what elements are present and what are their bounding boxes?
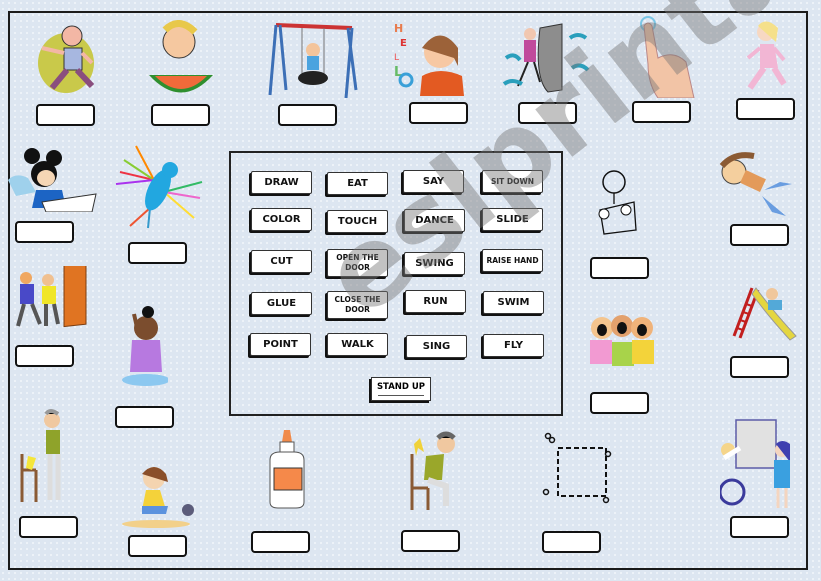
answer-box-fly[interactable]	[128, 242, 187, 264]
answer-box-stand-up[interactable]	[19, 516, 78, 538]
word-card-eat[interactable]: EAT	[327, 172, 388, 195]
color-picture	[596, 168, 638, 238]
answer-box-point[interactable]	[730, 516, 789, 538]
word-card-close-the-door[interactable]: CLOSE THE DOOR	[327, 291, 388, 319]
svg-text:L: L	[394, 53, 399, 63]
svg-text:E: E	[400, 38, 407, 49]
answer-box-touch[interactable]	[632, 101, 691, 123]
word-card-stand-up[interactable]: STAND UP	[371, 377, 431, 401]
answer-box-run[interactable]	[36, 104, 95, 126]
close-the-door-picture	[12, 259, 92, 334]
answer-box-swim[interactable]	[730, 224, 789, 246]
word-card-stand-up-label: STAND UP	[376, 382, 426, 392]
eat-picture	[145, 20, 217, 100]
word-card-walk[interactable]: WALK	[327, 333, 388, 356]
touch-picture	[634, 14, 698, 99]
word-card-swim[interactable]: SWIM	[483, 291, 544, 314]
swim-picture	[714, 150, 794, 220]
word-card-dance[interactable]: DANCE	[404, 209, 465, 232]
word-card-say[interactable]: SAY	[403, 170, 464, 193]
word-card-open-the-door[interactable]: OPEN THE DOOR	[327, 249, 388, 277]
answer-box-color[interactable]	[590, 257, 649, 279]
answer-box-open-the-door[interactable]	[518, 102, 577, 124]
say-picture: HELL	[392, 18, 466, 96]
answer-box-dance[interactable]	[128, 535, 187, 557]
open-the-door-picture	[500, 18, 590, 96]
stand-up-picture	[18, 406, 76, 506]
stand-up-underline	[378, 395, 424, 396]
word-card-draw[interactable]: DRAW	[251, 171, 312, 194]
word-card-cut[interactable]: CUT	[251, 250, 312, 273]
word-card-sit-down[interactable]: SIT DOWN	[482, 170, 543, 193]
answer-box-cut[interactable]	[542, 531, 601, 553]
walk-picture	[740, 18, 794, 94]
svg-text:H: H	[394, 22, 403, 35]
run-picture	[22, 18, 102, 96]
dance-picture	[116, 462, 206, 530]
word-card-sing[interactable]: SING	[406, 335, 467, 358]
word-card-raise-hand[interactable]: RAISE HAND	[482, 249, 543, 272]
word-card-glue[interactable]: GLUE	[251, 292, 312, 315]
answer-box-sit-down[interactable]	[401, 530, 460, 552]
answer-box-eat[interactable]	[151, 104, 210, 126]
word-card-swing[interactable]: SWING	[404, 252, 465, 275]
word-card-fly[interactable]: FLY	[483, 334, 544, 357]
answer-box-say[interactable]	[409, 102, 468, 124]
cut-picture	[542, 432, 612, 508]
word-card-point[interactable]: POINT	[250, 333, 311, 356]
answer-box-close-the-door[interactable]	[15, 345, 74, 367]
word-card-slide[interactable]: SLIDE	[482, 208, 543, 231]
answer-box-draw[interactable]	[15, 221, 74, 243]
word-card-run[interactable]: RUN	[405, 290, 466, 313]
word-card-touch[interactable]: TOUCH	[327, 210, 388, 233]
answer-box-slide[interactable]	[730, 356, 789, 378]
draw-picture	[6, 146, 98, 213]
word-card-color[interactable]: COLOR	[251, 208, 312, 231]
answer-box-sing[interactable]	[590, 392, 649, 414]
swing-picture	[268, 20, 360, 99]
answer-box-raise-hand[interactable]	[115, 406, 174, 428]
sing-picture	[580, 298, 664, 372]
raise-hand-picture	[118, 306, 170, 392]
answer-box-swing[interactable]	[278, 104, 337, 126]
sit-down-picture	[406, 430, 462, 512]
glue-picture	[266, 429, 308, 510]
answer-box-walk[interactable]	[736, 98, 795, 120]
fly-picture	[110, 142, 206, 230]
answer-box-glue[interactable]	[251, 531, 310, 553]
point-picture	[718, 418, 800, 512]
slide-picture	[728, 280, 798, 342]
